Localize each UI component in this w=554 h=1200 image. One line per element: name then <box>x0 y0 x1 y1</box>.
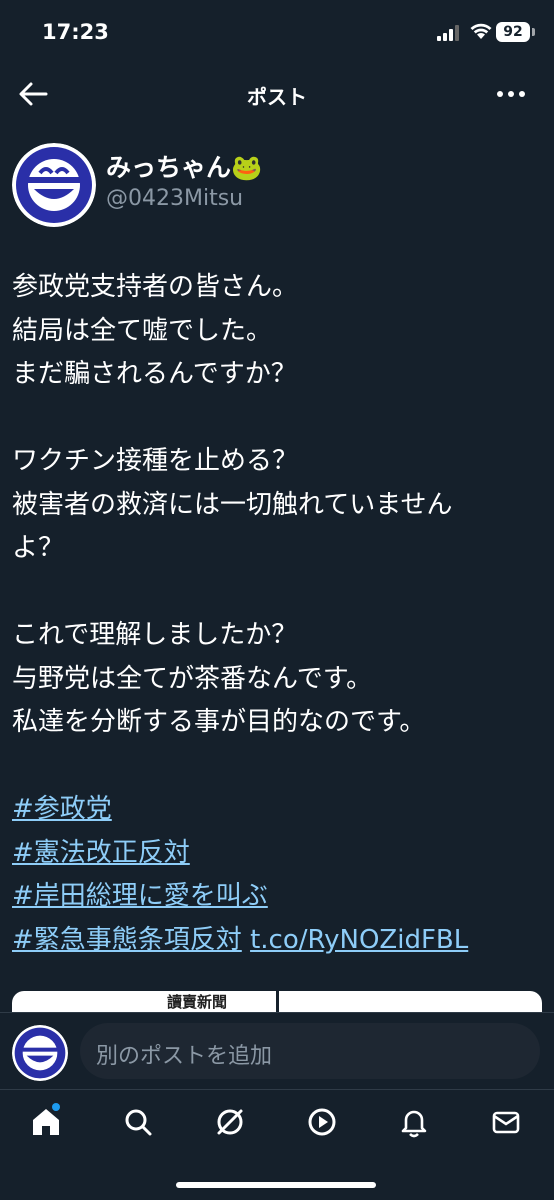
post-line: 与野党は全てが茶番なんです。 <box>12 663 373 694</box>
media-newspaper-logo: 讀賣新聞 <box>167 993 228 1011</box>
composer-avatar <box>12 1025 68 1081</box>
status-bar: 17:23 92 <box>0 0 554 68</box>
wifi-icon <box>470 23 492 39</box>
video-icon[interactable] <box>306 1106 338 1138</box>
status-time: 17:23 <box>42 20 109 44</box>
post-line: まだ騙されるんですか？ <box>12 359 297 389</box>
hashtag-link[interactable]: #憲法改正反対 <box>12 838 190 868</box>
post-body: 参政党支持者の皆さん。 結局は全て嘘でした。 まだ騙されるんですか？ ワクチン接… <box>12 266 542 962</box>
more-options-icon[interactable] <box>495 82 527 106</box>
post-line: 被害者の救済には一切触れていません <box>12 489 453 520</box>
post-line: 結局は全て嘘でした。 <box>12 315 273 346</box>
post-line: よ？ <box>12 533 65 563</box>
mail-icon[interactable] <box>490 1106 522 1138</box>
post-line: 私達を分断する事が目的なのです。 <box>12 707 426 737</box>
home-indicator <box>176 1182 376 1188</box>
post-line: ワクチン接種を止める？ <box>12 446 299 476</box>
post-line-gap <box>12 397 542 441</box>
post-line: これで理解しましたか？ <box>12 620 298 650</box>
hashtag-link[interactable]: #岸田総理に愛を叫ぶ <box>12 881 268 911</box>
post-line-gap <box>12 745 542 789</box>
display-name[interactable]: みっちゃん🐸 <box>106 148 262 184</box>
battery-tip <box>532 28 535 36</box>
url-link[interactable]: t.co/RyNOZidFBL <box>250 925 468 955</box>
bell-icon[interactable] <box>398 1106 430 1138</box>
user-handle[interactable]: @0423Mitsu <box>106 186 243 211</box>
post-line-gap <box>12 571 542 615</box>
battery-indicator: 92 <box>496 22 530 42</box>
reply-input[interactable]: 別のポストを追加 <box>80 1023 540 1079</box>
reply-placeholder: 別のポストを追加 <box>96 1044 273 1069</box>
post-line: 参政党支持者の皆さん。 <box>12 272 299 302</box>
grok-icon[interactable] <box>214 1106 246 1138</box>
top-nav: ポスト <box>0 68 554 120</box>
home-notification-dot <box>52 1103 60 1111</box>
reply-composer: 別のポストを追加 <box>0 1012 554 1089</box>
page-title: ポスト <box>247 85 307 109</box>
search-icon[interactable] <box>122 1106 154 1138</box>
bottom-tab-bar <box>0 1089 554 1200</box>
hashtag-link[interactable]: #参政党 <box>12 794 112 824</box>
cellular-signal-icon <box>437 25 459 41</box>
avatar[interactable] <box>12 143 96 227</box>
hashtag-link[interactable]: #緊急事態条項反対 <box>12 925 242 955</box>
